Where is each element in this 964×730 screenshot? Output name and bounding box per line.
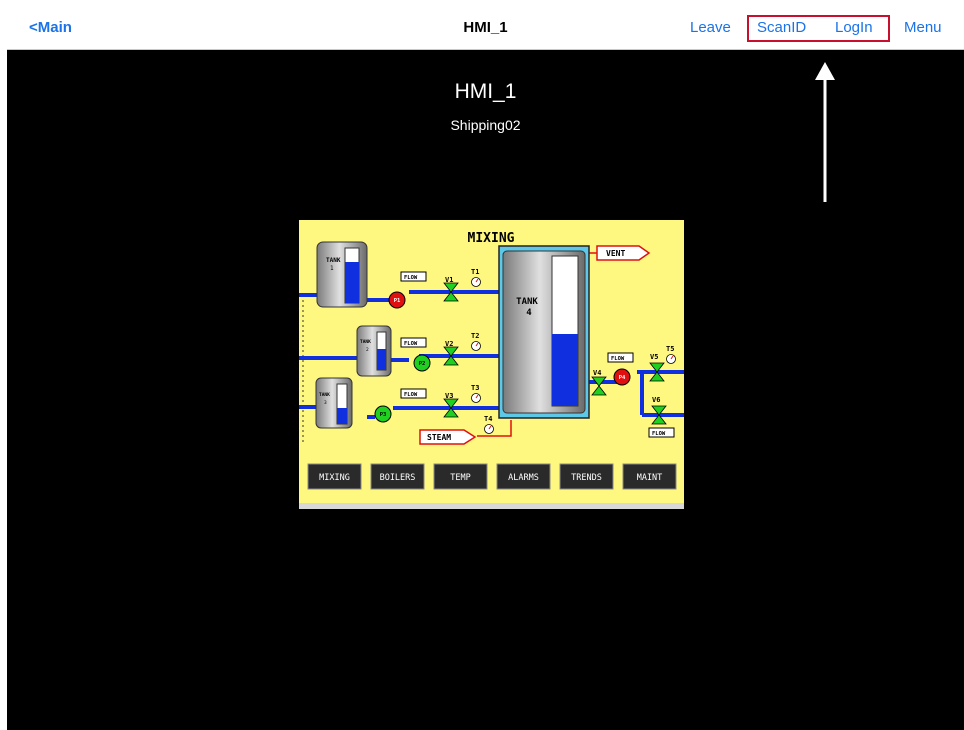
hmi-button-alarms[interactable]: ALARMS bbox=[496, 463, 551, 490]
svg-text:TANK: TANK bbox=[326, 257, 341, 264]
tank-3: TANK 3 bbox=[315, 377, 353, 429]
svg-text:TEMP: TEMP bbox=[450, 473, 470, 483]
svg-text:3: 3 bbox=[324, 400, 327, 406]
svg-text:MIXING: MIXING bbox=[319, 473, 350, 483]
svg-text:T4: T4 bbox=[484, 415, 492, 423]
svg-text:TANK: TANK bbox=[360, 339, 371, 345]
nav-bar: <Main HMI_1 Leave ScanID LogIn Menu bbox=[7, 7, 964, 50]
svg-text:T2: T2 bbox=[471, 332, 479, 340]
svg-text:MAINT: MAINT bbox=[637, 473, 663, 483]
svg-text:P2: P2 bbox=[419, 361, 426, 367]
steam-tag: STEAM bbox=[419, 429, 477, 445]
hmi-button-temp[interactable]: TEMP bbox=[433, 463, 488, 490]
svg-text:P4: P4 bbox=[619, 375, 626, 381]
svg-text:V2: V2 bbox=[445, 340, 453, 348]
svg-text:V4: V4 bbox=[593, 369, 601, 377]
svg-text:P1: P1 bbox=[394, 298, 401, 304]
scanid-button[interactable]: ScanID bbox=[757, 19, 806, 36]
hmi-button-maint[interactable]: MAINT bbox=[622, 463, 677, 490]
svg-text:TRENDS: TRENDS bbox=[571, 473, 602, 483]
svg-text:T3: T3 bbox=[471, 384, 479, 392]
svg-text:V5: V5 bbox=[650, 353, 658, 361]
svg-text:V6: V6 bbox=[652, 396, 660, 404]
svg-text:VENT: VENT bbox=[606, 249, 625, 258]
svg-text:V1: V1 bbox=[445, 276, 453, 284]
tank-1: TANK 1 bbox=[316, 241, 368, 308]
login-button[interactable]: LogIn bbox=[835, 19, 873, 36]
svg-text:1: 1 bbox=[330, 265, 334, 272]
hmi-button-boilers[interactable]: BOILERS bbox=[370, 463, 425, 490]
tank-4: TANK 4 bbox=[498, 245, 590, 419]
back-to-main-button[interactable]: <Main bbox=[29, 19, 72, 36]
svg-text:2: 2 bbox=[366, 347, 369, 353]
page-title: HMI_1 bbox=[454, 80, 517, 103]
hmi-title: MIXING bbox=[468, 231, 515, 246]
hmi-scrollbar[interactable] bbox=[299, 503, 684, 509]
hmi-button-trends[interactable]: TRENDS bbox=[559, 463, 614, 490]
svg-text:FLOW: FLOW bbox=[404, 275, 418, 281]
vent-tag: VENT bbox=[596, 245, 651, 261]
svg-text:P3: P3 bbox=[380, 412, 387, 418]
svg-text:T5: T5 bbox=[666, 345, 674, 353]
svg-text:ALARMS: ALARMS bbox=[508, 473, 539, 483]
svg-text:V3: V3 bbox=[445, 392, 453, 400]
svg-text:FLOW: FLOW bbox=[404, 392, 418, 398]
svg-text:FLOW: FLOW bbox=[611, 356, 625, 362]
leave-button[interactable]: Leave bbox=[690, 19, 731, 36]
hmi-panel: MIXING TANK 1 TANK 2 TANK 3 TANK 4 VENT … bbox=[299, 220, 684, 509]
svg-text:BOILERS: BOILERS bbox=[380, 473, 416, 483]
svg-text:TANK: TANK bbox=[319, 392, 330, 398]
svg-text:FLOW: FLOW bbox=[404, 341, 418, 347]
svg-text:FLOW: FLOW bbox=[652, 431, 666, 437]
svg-text:T1: T1 bbox=[471, 268, 479, 276]
svg-text:STEAM: STEAM bbox=[427, 433, 451, 442]
page-subtitle: Shipping02 bbox=[450, 117, 521, 133]
tank-2: TANK 2 bbox=[356, 325, 392, 377]
hmi-button-mixing[interactable]: MIXING bbox=[307, 463, 362, 490]
svg-text:4: 4 bbox=[526, 308, 532, 318]
menu-button[interactable]: Menu bbox=[904, 19, 942, 36]
svg-text:TANK: TANK bbox=[516, 297, 538, 307]
